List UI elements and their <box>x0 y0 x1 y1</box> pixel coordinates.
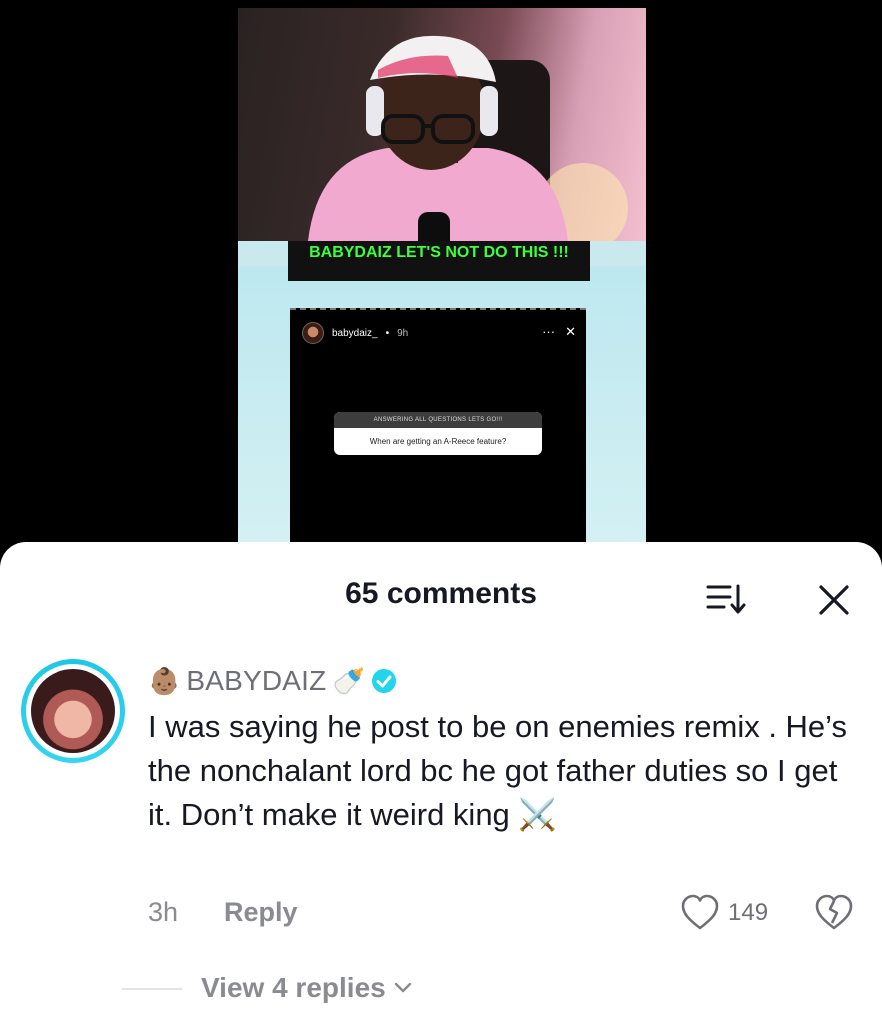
baby-bottle-icon: 🍼 <box>332 666 365 696</box>
story-actions: ··· ✕ <box>542 324 576 340</box>
comment-username[interactable]: BABYDAIZ <box>186 665 326 697</box>
more-icon: ··· <box>542 324 556 339</box>
view-replies-label: View 4 replies <box>201 972 386 1003</box>
baby-emoji-icon: 👶🏽 <box>148 666 181 696</box>
like-button[interactable] <box>680 894 720 932</box>
close-icon <box>819 585 849 615</box>
comments-sheet: 65 comments 👶🏽 BABYDAIZ 🍼 I was saying h… <box>0 542 882 1024</box>
sort-icon <box>706 584 746 614</box>
story-avatar <box>302 322 324 344</box>
video-frame <box>238 8 646 253</box>
view-replies-button[interactable]: View 4 replies <box>201 972 412 1004</box>
dot-separator-icon: • <box>385 327 390 339</box>
story-screenshot: babydaiz_ • 9h ··· ✕ ANSWERING ALL QUEST… <box>290 308 586 568</box>
story-username: babydaiz_ <box>332 327 378 339</box>
video-caption: BABYDAIZ LET'S NOT DO THIS !!! <box>288 241 590 281</box>
comments-count-title: 65 comments <box>345 577 537 610</box>
video-player[interactable]: BABYDAIZ LET'S NOT DO THIS !!! babydaiz_… <box>238 8 646 568</box>
story-header: babydaiz_ • 9h <box>302 322 408 344</box>
comment-time: 3h <box>148 897 179 927</box>
chevron-down-icon <box>394 982 411 993</box>
story-time: 9h <box>397 327 409 339</box>
question-text: When are getting an A-Reece feature? <box>369 437 507 446</box>
broken-heart-icon <box>815 894 853 930</box>
like-count: 149 <box>728 899 769 926</box>
avatar-image <box>31 669 115 753</box>
story-close-icon: ✕ <box>565 324 576 339</box>
verified-badge-icon <box>371 669 396 693</box>
question-sticker: ANSWERING ALL QUESTIONS LETS GO!!! When … <box>334 412 542 455</box>
question-header: ANSWERING ALL QUESTIONS LETS GO!!! <box>334 412 542 428</box>
heart-icon <box>681 894 719 930</box>
dislike-button[interactable] <box>814 894 854 932</box>
replies-divider <box>122 988 182 990</box>
comment-author-row[interactable]: 👶🏽 BABYDAIZ 🍼 <box>148 663 397 699</box>
close-comments-button[interactable] <box>814 580 854 620</box>
streamer-illustration <box>308 35 628 253</box>
comment-text: I was saying he post to be on enemies re… <box>148 709 847 832</box>
avatar[interactable] <box>21 659 125 763</box>
reply-button[interactable]: Reply <box>224 897 298 928</box>
sort-button[interactable] <box>704 582 748 616</box>
